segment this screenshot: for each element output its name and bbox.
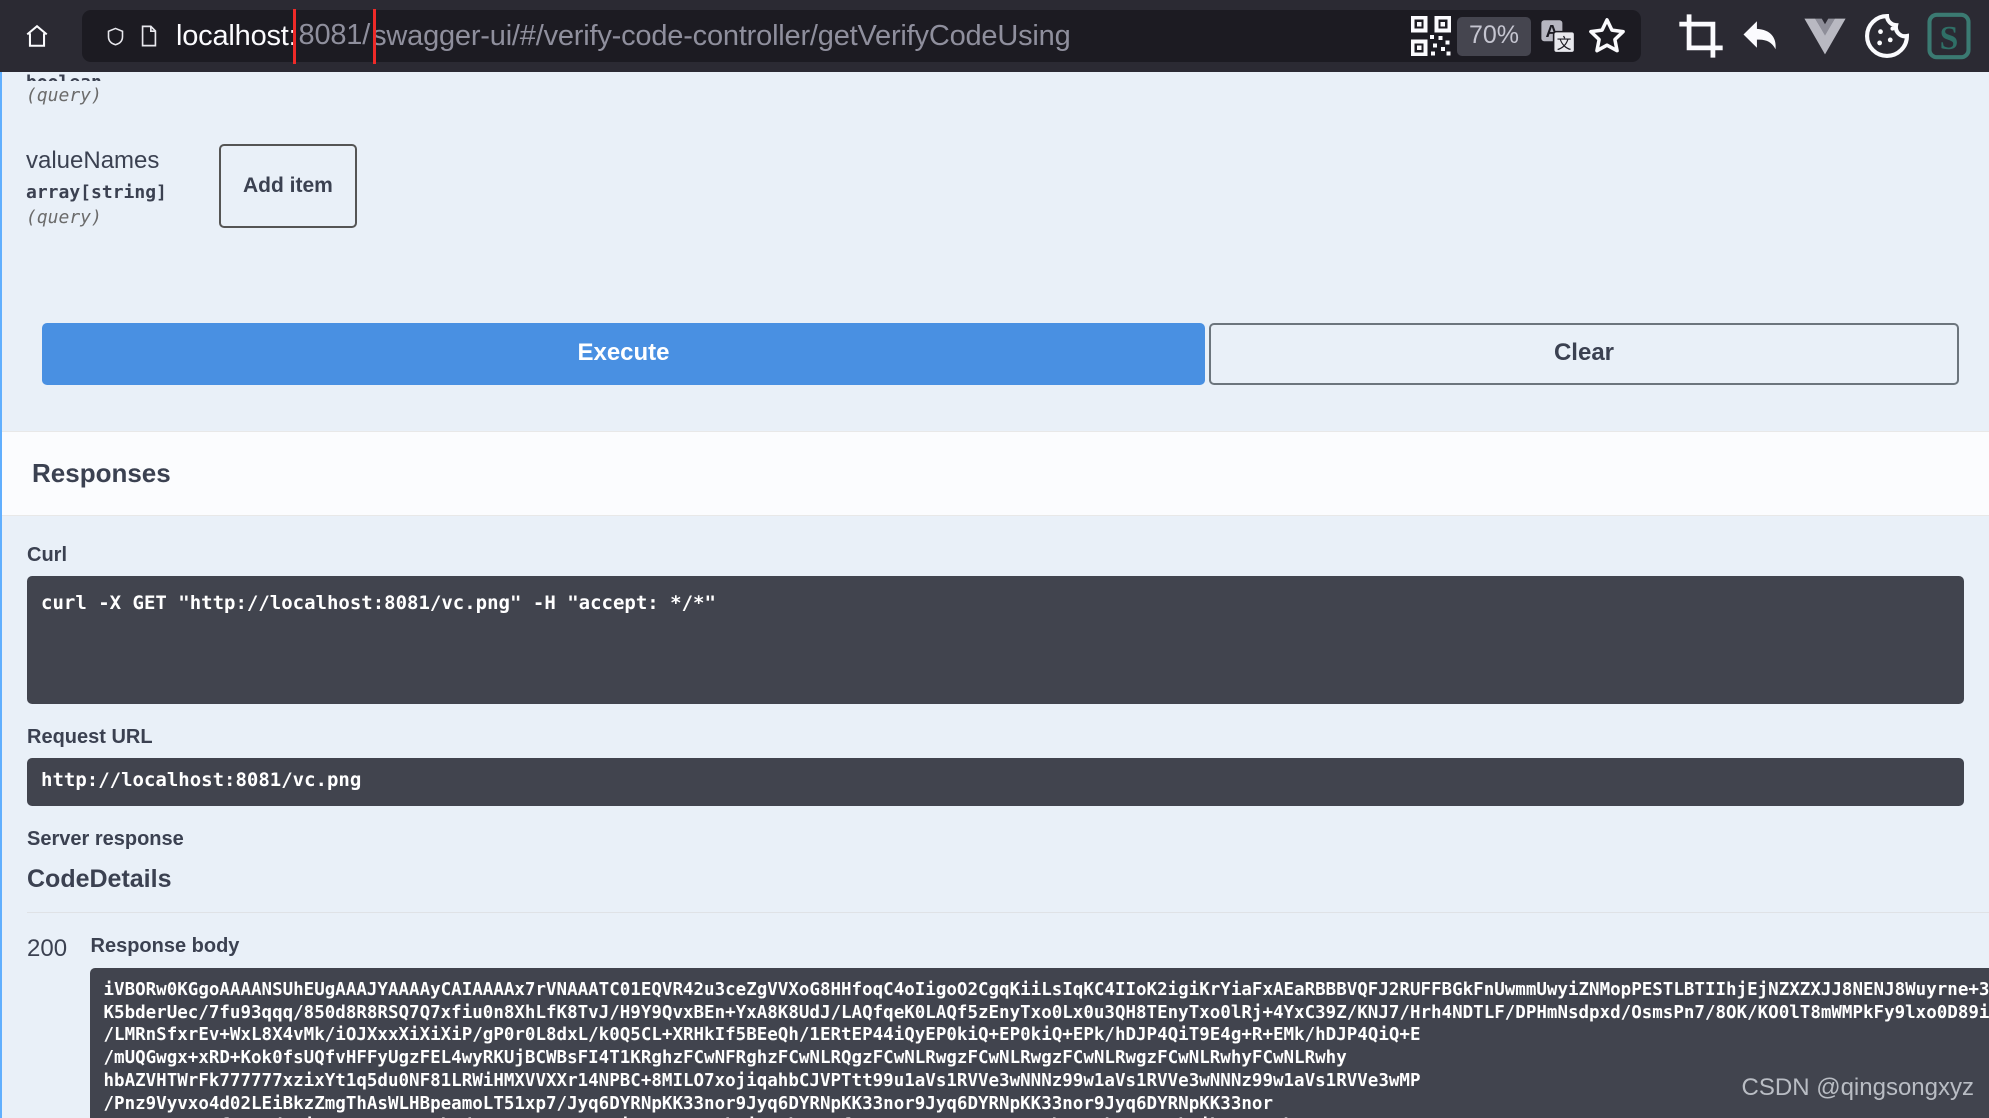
url-port-highlight: 8081/ [292,8,377,64]
response-body-block[interactable]: iVBORw0KGgoAAAANSUhEUgAAAJYAAAAyCAIAAAAx… [89,968,1989,1118]
responses-content: Curl curl -X GET "http://localhost:8081/… [2,516,1989,1118]
bookmark-star-icon[interactable] [1585,16,1629,56]
responses-title: Responses [32,458,171,488]
s-extension-icon[interactable]: S [1923,12,1975,60]
opblock-body: boolean (query) valueNames array[string]… [0,72,1989,1118]
execute-button[interactable]: Execute [42,323,1205,385]
page-info-icon[interactable] [132,19,166,53]
url-host: localhost: [176,19,297,52]
param-meta: valueNames array[string] (query) [26,144,194,228]
execute-clear-row: Execute Clear [2,323,1989,385]
translate-icon[interactable]: A 文 [1537,16,1579,56]
param-in: (query) [26,207,102,228]
parameters-tail: boolean (query) valueNames array[string]… [2,72,1989,228]
shield-icon[interactable] [98,19,132,53]
home-icon[interactable] [14,13,60,59]
curl-label: Curl [27,544,67,566]
qr-code-icon[interactable] [1410,16,1451,56]
url-text[interactable]: localhost: 8081/swagger-ui/#/verify-code-… [176,8,1411,64]
vue-devtools-icon[interactable] [1799,12,1851,60]
table-row: 200 Response body iVBORw0KGgoAAAANSUhEUg… [27,913,1989,1118]
column-header-details: Details [89,865,1989,913]
param-type: array[string] [26,182,167,203]
curl-command-block[interactable]: curl -X GET "http://localhost:8081/vc.pn… [27,576,1964,704]
undo-arrow-icon[interactable] [1737,12,1789,60]
cookie-icon[interactable] [1861,12,1913,60]
responses-section-header: Responses [2,431,1989,516]
request-url-block[interactable]: http://localhost:8081/vc.png [27,758,1964,806]
zoom-level-badge[interactable]: 70% [1456,16,1531,56]
request-url-label: Request URL [27,726,153,748]
param-row-valuenames: valueNames array[string] (query) Add ite… [26,144,1989,228]
response-details-cell: Response body iVBORw0KGgoAAAANSUhEUgAAAJ… [89,913,1989,1118]
response-code: 200 [27,935,68,962]
add-item-button[interactable]: Add item [219,144,357,228]
browser-toolbar: localhost: 8081/swagger-ui/#/verify-code-… [0,0,1989,72]
column-header-code: Code [27,865,90,913]
response-body-label: Response body [90,935,240,957]
page-content: boolean (query) valueNames array[string]… [0,72,1989,1118]
clear-button[interactable]: Clear [1209,323,1959,385]
response-body-text[interactable]: iVBORw0KGgoAAAANSUhEUgAAAJYAAAAyCAIAAAAx… [90,968,1989,1118]
extension-icons: S [1675,12,1975,60]
table-header-row: Code Details [27,865,1989,913]
address-bar-actions: 70% A 文 [1410,16,1629,56]
svg-text:S: S [1940,20,1959,57]
svg-text:文: 文 [1557,35,1572,52]
url-path: swagger-ui/#/verify-code-controller/getV… [372,19,1071,52]
address-bar[interactable]: localhost: 8081/swagger-ui/#/verify-code-… [82,8,1641,64]
param-type-cut-off: boolean [26,72,1989,81]
server-response-label: Server response [27,828,184,850]
param-name: valueNames [26,147,160,174]
crop-icon[interactable] [1675,12,1727,60]
param-in-cut-off: (query) [26,85,102,106]
server-response-table: Code Details 200 Response body iVBORw0KG… [27,865,1989,1118]
